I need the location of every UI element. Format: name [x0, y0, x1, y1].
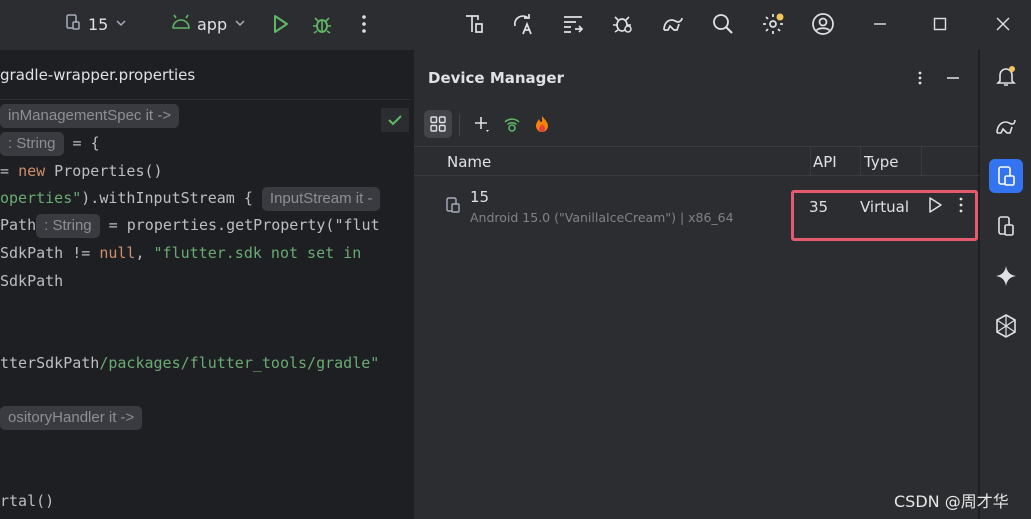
string-literal: /packages/flutter_tools/gradle"	[99, 354, 380, 372]
string-literal: operties"	[0, 189, 82, 207]
code-line: operties").withInputStream { InputStream…	[0, 186, 381, 211]
code-line: Path: String = properties.getProperty("f…	[0, 213, 380, 238]
debug-icon[interactable]	[308, 10, 336, 38]
editor-tab[interactable]: gradle-wrapper.properties	[0, 50, 411, 100]
device-selector[interactable]: 15	[64, 8, 128, 40]
keyword: null	[99, 244, 136, 262]
title-bar: 15 app	[0, 0, 1031, 50]
chevron-down-icon	[114, 15, 128, 34]
toolbar-divider	[459, 114, 460, 136]
highlight-annotation-box	[791, 190, 978, 241]
search-icon[interactable]	[709, 10, 737, 38]
panel-title: Device Manager	[428, 69, 564, 87]
column-name[interactable]: Name	[447, 153, 491, 171]
code-text: = properties.getProperty("flut	[99, 216, 380, 234]
code-text: SdkPath	[0, 272, 64, 290]
pair-wifi-icon[interactable]	[498, 110, 526, 138]
layout-inspector-icon[interactable]	[460, 10, 488, 38]
editor-tab-title: gradle-wrapper.properties	[0, 66, 196, 84]
add-device-icon[interactable]	[468, 110, 496, 138]
code-text: rtal()	[0, 492, 55, 510]
column-divider	[921, 147, 922, 175]
close-icon[interactable]	[989, 10, 1017, 38]
gradle-elephant-icon[interactable]	[989, 109, 1023, 143]
device-mirroring-icon[interactable]	[989, 209, 1023, 243]
virtual-device-icon	[444, 196, 462, 218]
inlay-hint: ositoryHandler it ->	[0, 406, 143, 430]
account-icon[interactable]	[809, 10, 837, 38]
device-table-header: Name API Type	[414, 146, 979, 176]
code-text: ,	[135, 244, 154, 262]
device-name: 15	[470, 188, 490, 206]
code-text: ).withInputStream {	[81, 189, 253, 207]
group-view-icon[interactable]	[424, 110, 452, 138]
code-text: tterSdkPath	[0, 354, 100, 372]
logcat-icon[interactable]	[559, 10, 587, 38]
column-divider	[860, 147, 861, 175]
run-config-selector[interactable]: app	[171, 8, 247, 40]
minimize-icon[interactable]	[866, 10, 894, 38]
notifications-bell-icon[interactable]	[989, 59, 1023, 93]
chevron-down-icon	[233, 15, 247, 34]
more-vertical-icon[interactable]	[350, 10, 378, 38]
code-text: =	[0, 162, 19, 180]
maximize-icon[interactable]	[926, 10, 954, 38]
code-line: = new Properties()	[0, 159, 163, 183]
more-vertical-icon[interactable]	[906, 64, 934, 92]
column-divider	[810, 147, 811, 175]
inlay-hint: : String	[36, 214, 100, 238]
column-api[interactable]: API	[813, 153, 837, 171]
gradle-sync-icon[interactable]	[659, 10, 687, 38]
code-line: inManagementSpec it ->	[0, 103, 180, 128]
phone-icon	[64, 13, 82, 35]
code-text: Properties()	[45, 162, 163, 180]
code-text: Path	[0, 216, 37, 234]
settings-gear-icon[interactable]	[759, 10, 787, 38]
inlay-hint: InputStream it -	[261, 187, 381, 211]
code-editor[interactable]: gradle-wrapper.properties inManagementSp…	[0, 50, 411, 519]
right-tool-strip	[979, 50, 1031, 519]
run-config-label: app	[197, 14, 228, 34]
android-icon	[171, 13, 191, 35]
translate-icon[interactable]	[509, 10, 537, 38]
code-line: ositoryHandler it ->	[0, 405, 143, 430]
code-line: SdkPath	[0, 269, 63, 293]
device-details: Android 15.0 ("VanillaIceCream") | x86_6…	[470, 210, 734, 225]
column-type[interactable]: Type	[864, 153, 898, 171]
code-text: = {	[63, 134, 100, 152]
run-icon[interactable]	[266, 10, 294, 38]
no-problems-check-icon[interactable]	[381, 108, 409, 132]
code-line: SdkPath != null, "flutter.sdk not set in	[0, 241, 361, 265]
kotlin-multiplatform-icon[interactable]	[989, 309, 1023, 343]
string-literal: "flutter.sdk not set in	[153, 244, 362, 262]
device-selector-label: 15	[88, 14, 109, 34]
watermark-text: CSDN @周才华	[894, 492, 1009, 511]
code-line: tterSdkPath/packages/flutter_tools/gradl…	[0, 351, 379, 375]
keyword: new	[18, 162, 46, 180]
code-text: SdkPath !=	[0, 244, 100, 262]
device-manager-icon[interactable]	[989, 159, 1023, 193]
inlay-hint: : String	[0, 132, 64, 156]
hide-panel-icon[interactable]	[939, 64, 967, 92]
gemini-sparkle-icon[interactable]	[989, 259, 1023, 293]
inlay-hint: inManagementSpec it ->	[0, 104, 180, 128]
app-inspection-icon[interactable]	[609, 10, 637, 38]
firebase-test-lab-icon[interactable]	[528, 110, 556, 138]
device-manager-toolbar	[414, 108, 979, 142]
code-line: rtal()	[0, 489, 54, 513]
code-line: : String = {	[0, 131, 100, 156]
device-manager-panel: Device Manager Name API Type 15 Android …	[413, 50, 979, 519]
